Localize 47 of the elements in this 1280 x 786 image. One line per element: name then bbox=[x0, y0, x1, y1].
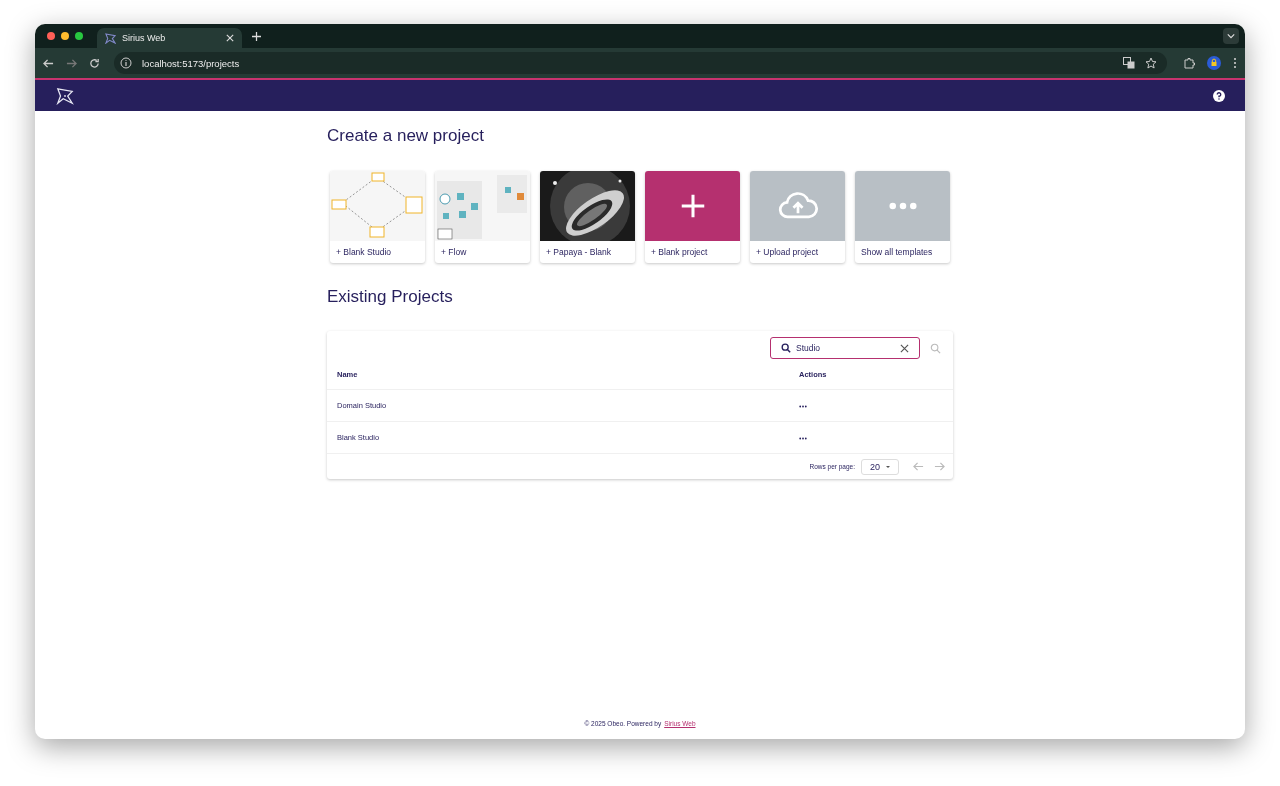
search-field[interactable]: Studio bbox=[770, 337, 920, 359]
puzzle-icon[interactable] bbox=[1183, 57, 1195, 69]
clear-icon[interactable] bbox=[900, 343, 909, 353]
cloud-upload-icon bbox=[777, 192, 818, 220]
template-card[interactable]: + Flow bbox=[435, 171, 530, 263]
template-label: + Upload project bbox=[755, 246, 820, 259]
more-icon[interactable] bbox=[799, 405, 807, 408]
maximize-window-icon[interactable] bbox=[75, 32, 83, 40]
help-icon[interactable] bbox=[1213, 89, 1225, 102]
new-tab-icon[interactable] bbox=[252, 31, 261, 41]
chevron-down-icon bbox=[1227, 33, 1235, 39]
url-text: localhost:5173/projects bbox=[142, 57, 240, 69]
search-value: Studio bbox=[796, 343, 822, 353]
profile-avatar-icon[interactable] bbox=[1207, 56, 1221, 70]
tab-title: Sirius Web bbox=[122, 33, 167, 43]
star-icon[interactable] bbox=[1145, 57, 1157, 69]
more-icon[interactable] bbox=[799, 437, 807, 440]
address-bar[interactable]: localhost:5173/projects bbox=[114, 52, 1167, 74]
template-card[interactable]: + Upload project bbox=[750, 171, 845, 263]
section-title: Existing Projects bbox=[327, 287, 454, 307]
template-card[interactable]: + Blank project bbox=[645, 171, 740, 263]
plus-icon bbox=[679, 193, 706, 219]
close-window-icon[interactable] bbox=[47, 32, 55, 40]
section-title: Create a new project bbox=[327, 126, 485, 146]
template-card[interactable]: + Papaya - Blank bbox=[540, 171, 635, 263]
more-icon bbox=[888, 202, 917, 210]
template-label: + Flow bbox=[440, 246, 468, 259]
translate-icon[interactable] bbox=[1123, 57, 1135, 69]
template-label: + Papaya - Blank bbox=[545, 246, 612, 259]
tab-list-button[interactable] bbox=[1223, 28, 1239, 44]
template-card[interactable]: Show all templates bbox=[855, 171, 950, 263]
reload-icon[interactable] bbox=[89, 57, 100, 69]
more-vertical-icon[interactable] bbox=[1233, 57, 1237, 69]
search-icon bbox=[781, 343, 791, 353]
back-icon[interactable] bbox=[43, 57, 54, 69]
star-logo-icon[interactable] bbox=[56, 86, 74, 105]
template-label: Show all templates bbox=[860, 246, 934, 259]
template-card[interactable]: + Blank Studio bbox=[330, 171, 425, 263]
template-label: + Blank project bbox=[650, 246, 709, 259]
minimize-window-icon[interactable] bbox=[61, 32, 69, 40]
rows-per-page-select[interactable]: 20 bbox=[861, 458, 899, 475]
forward-icon[interactable] bbox=[66, 57, 77, 69]
close-icon[interactable] bbox=[226, 34, 234, 42]
template-label: + Blank Studio bbox=[335, 246, 393, 259]
star-logo-icon bbox=[105, 32, 116, 44]
browser-tab[interactable]: Sirius Web bbox=[97, 28, 242, 48]
info-icon[interactable] bbox=[120, 57, 132, 69]
